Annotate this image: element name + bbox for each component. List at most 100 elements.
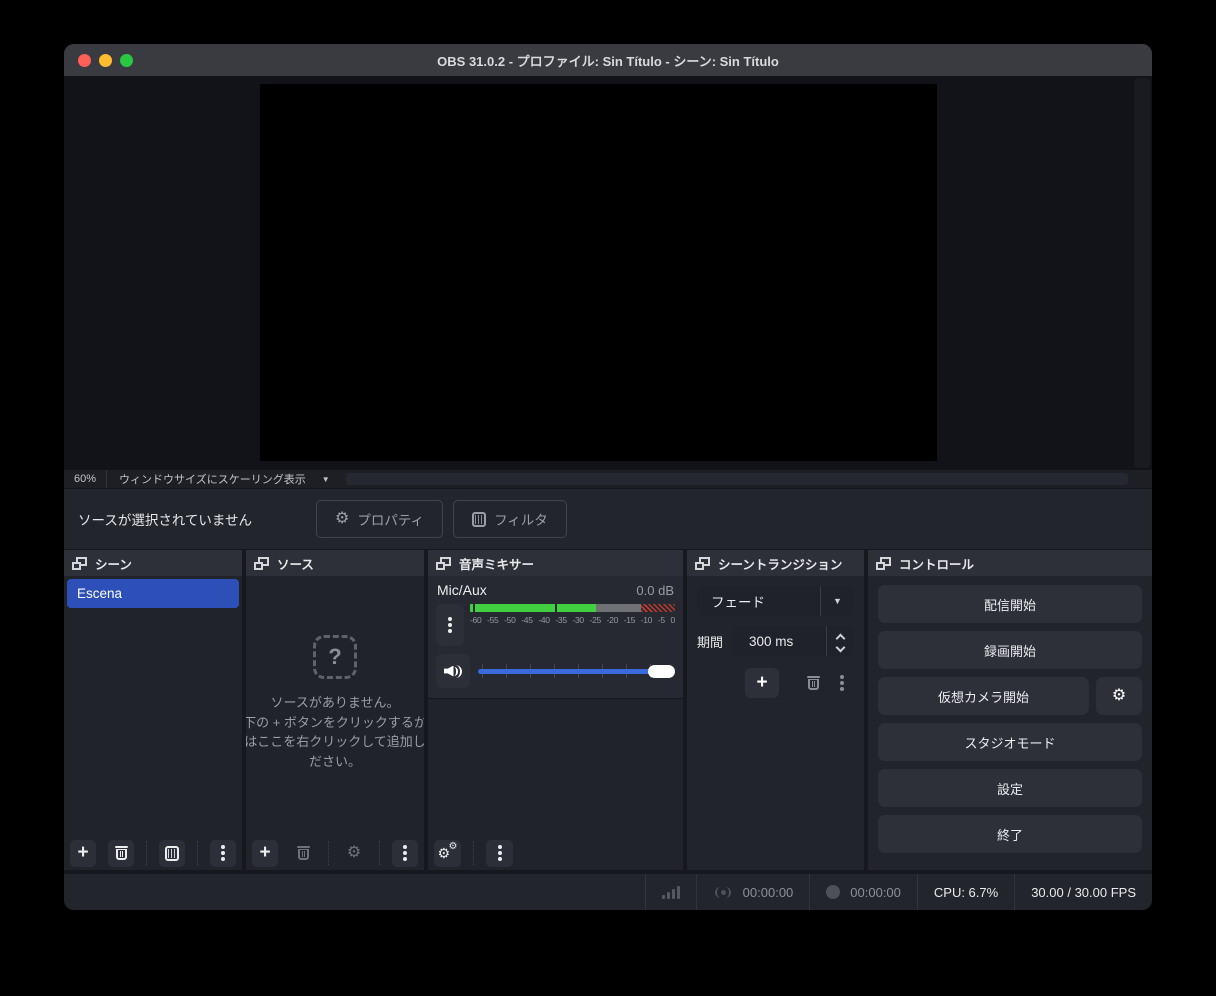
gear-icon: ⚙ [346, 844, 362, 861]
duration-value[interactable]: 300 ms [733, 626, 826, 656]
add-scene-button[interactable]: + [70, 839, 96, 867]
start-virtual-camera-button[interactable]: 仮想カメラ開始 [878, 677, 1089, 715]
properties-button[interactable]: ⚙ プロパティ [316, 500, 444, 538]
dock-icon [254, 556, 269, 570]
scenes-list[interactable]: Escena [64, 576, 242, 836]
slider-handle[interactable] [648, 665, 675, 678]
kebab-menu-icon [403, 851, 407, 855]
mixer-toolbar: ⚙ ⚙ [428, 836, 683, 870]
mute-button[interactable] [436, 654, 470, 688]
scenes-panel-header[interactable]: シーン [64, 550, 242, 576]
scenes-toolbar: + [64, 836, 242, 870]
gear-icon: ⚙ [335, 510, 350, 527]
add-source-button[interactable]: + [252, 839, 278, 867]
remove-source-button[interactable] [290, 840, 316, 867]
advanced-audio-button[interactable]: ⚙ ⚙ [434, 839, 461, 867]
dock-icon [695, 556, 710, 570]
sources-panel-title: ソース [277, 557, 314, 572]
desktop-background: OBS 31.0.2 - プロファイル: Sin Título - シーン: S… [0, 0, 1216, 996]
source-properties-button[interactable]: ⚙ [341, 840, 367, 867]
zoom-level: 60% [64, 470, 108, 488]
double-gear-icon: ⚙ ⚙ [437, 841, 458, 861]
start-recording-button[interactable]: 録画開始 [878, 631, 1142, 669]
audio-mixer-panel: 音声ミキサー Mic/Aux 0.0 dB -60 -55 -50 -45 -4… [428, 550, 683, 870]
sources-panel-header[interactable]: ソース [246, 550, 424, 576]
volume-slider[interactable] [478, 662, 675, 680]
exit-button[interactable]: 終了 [878, 815, 1142, 853]
plus-icon: + [259, 841, 271, 863]
studio-mode-button[interactable]: スタジオモード [878, 723, 1142, 761]
meter-scale: -60 -55 -50 -45 -40 -35 -30 -25 -20 -15 -10 -5 0 [470, 615, 675, 625]
filter-icon [165, 845, 179, 861]
channel-name: Mic/Aux [437, 582, 487, 598]
no-source-selected-label: ソースが選択されていません [78, 513, 253, 528]
kebab-menu-icon [497, 851, 502, 855]
dock-area: シーン Escena + ソース ? ソースがありません。 下の + ボタンをク… [64, 550, 1152, 870]
question-mark-icon: ? [313, 635, 357, 679]
toolbar-separator [146, 841, 147, 865]
plus-icon: + [756, 671, 768, 693]
toolbar-separator [379, 841, 380, 865]
channel-level-db: 0.0 dB [636, 583, 674, 598]
preview-area[interactable] [64, 76, 1152, 470]
channel-menu-button[interactable] [436, 604, 464, 646]
plus-icon: + [77, 841, 89, 863]
sources-menu-button[interactable] [392, 839, 418, 867]
duration-spinner[interactable]: 300 ms [733, 626, 854, 656]
slider-track[interactable] [478, 669, 673, 674]
controls-panel: コントロール 配信開始 録画開始 仮想カメラ開始 ⚙ スタジオモード 設定 終了 [868, 550, 1152, 870]
sources-empty-state[interactable]: ? ソースがありません。 下の + ボタンをクリックするか はここを右クリックし… [246, 576, 424, 836]
duration-label: 期間 [697, 634, 724, 650]
mixer-menu-button[interactable] [486, 839, 513, 867]
spinner-down-icon[interactable] [835, 642, 846, 652]
mixer-empty-area [428, 699, 683, 836]
start-streaming-button[interactable]: 配信開始 [878, 585, 1142, 623]
transition-select[interactable]: フェード ▼ [697, 586, 854, 616]
dock-icon [72, 556, 87, 570]
preview-scale-bar: 60% ウィンドウサイズにスケーリング表示 ▼ [64, 470, 1152, 488]
window-title: OBS 31.0.2 - プロファイル: Sin Título - シーン: S… [437, 53, 779, 69]
preview-horizontal-scrollbar[interactable] [345, 473, 1128, 485]
kebab-menu-icon [448, 623, 452, 627]
gear-icon: ⚙ [1111, 687, 1127, 704]
sources-toolbar: + ⚙ [246, 836, 424, 870]
preview-canvas[interactable] [260, 84, 937, 461]
volume-meter [470, 604, 675, 612]
virtual-camera-settings-button[interactable]: ⚙ [1096, 677, 1142, 715]
toolbar-separator [473, 841, 474, 865]
remove-transition-button[interactable] [807, 676, 820, 690]
trash-icon [114, 846, 128, 860]
scene-filters-button[interactable] [159, 839, 185, 867]
mixer-channel: Mic/Aux 0.0 dB -60 -55 -50 -45 -40 -35 -… [428, 576, 683, 699]
spinner-up-icon[interactable] [835, 633, 846, 643]
add-transition-button[interactable]: + [745, 668, 779, 698]
signal-bars-icon [661, 885, 680, 899]
fps-cell: 30.00 / 30.00 FPS [1014, 874, 1152, 910]
preview-vertical-scrollbar[interactable] [1134, 78, 1150, 468]
trash-icon [296, 846, 310, 860]
controls-panel-header[interactable]: コントロール [868, 550, 1152, 576]
record-time-cell: 00:00:00 [809, 874, 917, 910]
scenes-panel-title: シーン [95, 557, 132, 572]
chevron-down-icon[interactable]: ▼ [820, 586, 854, 616]
dock-icon [436, 556, 451, 570]
titlebar[interactable]: OBS 31.0.2 - プロファイル: Sin Título - シーン: S… [64, 44, 1152, 76]
toolbar-separator [328, 841, 329, 865]
scene-transitions-panel: シーントランジション フェード ▼ 期間 300 ms + [687, 550, 864, 870]
toolbar-separator [197, 841, 198, 865]
audio-mixer-panel-title: 音声ミキサー [459, 557, 535, 572]
scene-list-item-selected[interactable]: Escena [67, 579, 239, 608]
scaling-mode-dropdown[interactable]: ウィンドウサイズにスケーリング表示 [107, 471, 318, 487]
stream-time: 00:00:00 [742, 884, 794, 900]
filters-button[interactable]: フィルタ [453, 500, 567, 538]
chevron-down-icon[interactable]: ▼ [318, 475, 346, 484]
transition-menu-button[interactable] [840, 681, 844, 685]
scenes-menu-button[interactable] [210, 839, 236, 867]
audio-mixer-panel-header[interactable]: 音声ミキサー [428, 550, 683, 576]
settings-button[interactable]: 設定 [878, 769, 1142, 807]
speaker-icon [443, 663, 463, 680]
scene-transitions-panel-header[interactable]: シーントランジション [687, 550, 864, 576]
remove-scene-button[interactable] [108, 839, 134, 867]
obs-window: OBS 31.0.2 - プロファイル: Sin Título - シーン: S… [64, 44, 1152, 910]
record-time: 00:00:00 [850, 884, 901, 900]
